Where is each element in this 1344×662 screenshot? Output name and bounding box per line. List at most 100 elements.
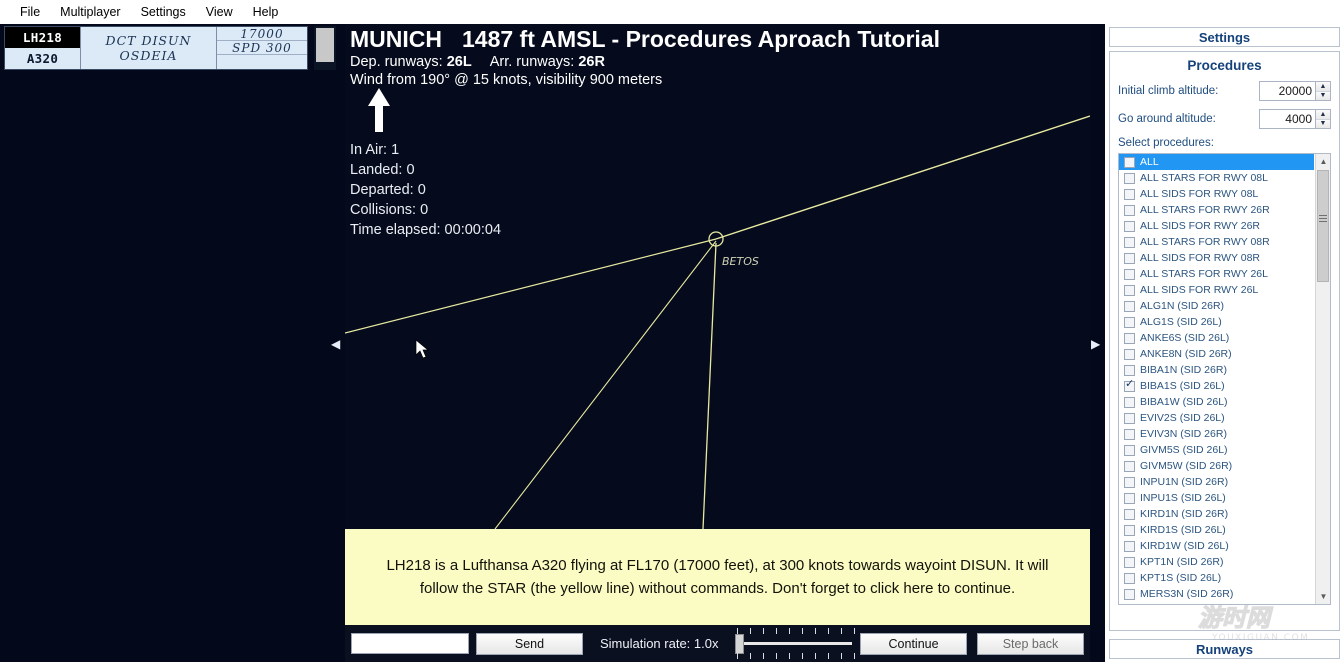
procedure-checkbox[interactable] [1124, 364, 1135, 376]
step-back-button[interactable]: Step back [977, 632, 1084, 655]
menu-item-view[interactable]: View [196, 2, 243, 22]
procedure-item[interactable]: ANKE6S (SID 26L) [1119, 330, 1314, 346]
strip-scrollbar-thumb[interactable] [316, 28, 334, 62]
radar-map[interactable]: MUNICH 1487 ft AMSL - Procedures Aproach … [345, 24, 1090, 529]
strip-identity-column: LH218 A320 [5, 27, 81, 69]
procedure-checkbox[interactable] [1124, 428, 1135, 440]
slider-thumb[interactable] [735, 634, 745, 654]
procedure-item[interactable]: BIBA1N (SID 26R) [1119, 362, 1314, 378]
tutorial-banner[interactable]: LH218 is a Lufthansa A320 flying at FL17… [345, 529, 1090, 625]
procedure-checkbox[interactable] [1124, 396, 1135, 408]
procedures-group: Procedures Initial climb altitude: 20000… [1109, 51, 1340, 631]
procedure-checkbox[interactable] [1124, 476, 1135, 488]
procedure-checkbox[interactable] [1124, 412, 1135, 424]
procedure-checkbox[interactable] [1124, 556, 1135, 568]
send-button[interactable]: Send [476, 632, 583, 655]
weather-info: Wind from 190° @ 15 knots, visibility 90… [350, 72, 663, 88]
procedure-label: ALG1N (SID 26R) [1140, 300, 1225, 312]
initial-climb-decrement-icon[interactable]: ▼ [1316, 91, 1330, 100]
procedure-checkbox[interactable] [1124, 188, 1135, 200]
procedures-list[interactable]: ALL ALL STARS FOR RWY 08L ALL SIDS FOR RWY… [1119, 154, 1314, 604]
slider-track[interactable] [738, 642, 853, 645]
procedure-item[interactable]: ALL SIDS FOR RWY 26R [1119, 218, 1314, 234]
procedure-checkbox[interactable] [1124, 524, 1135, 536]
procedure-item[interactable]: INPU1S (SID 26L) [1119, 490, 1314, 506]
procedure-label: MERS3N (SID 26R) [1140, 588, 1234, 600]
procedure-item[interactable]: BIBA1W (SID 26L) [1119, 394, 1314, 410]
procedure-item[interactable]: ALG1S (SID 26L) [1119, 314, 1314, 330]
procedures-scrollbar[interactable]: ▲ ▼ [1315, 154, 1330, 604]
procedure-checkbox[interactable] [1124, 220, 1135, 232]
procedure-checkbox[interactable] [1124, 444, 1135, 456]
procedure-item[interactable]: ANKE8N (SID 26R) [1119, 346, 1314, 362]
procedure-checkbox[interactable] [1124, 508, 1135, 520]
procedure-checkbox[interactable] [1124, 332, 1135, 344]
go-around-decrement-icon[interactable]: ▼ [1316, 119, 1330, 128]
procedure-item[interactable]: ALL SIDS FOR RWY 26L [1119, 282, 1314, 298]
procedure-checkbox[interactable] [1124, 316, 1135, 328]
select-procedures-label: Select procedures: [1118, 137, 1214, 149]
procedure-item[interactable]: KPT1N (SID 26R) [1119, 554, 1314, 570]
procedure-checkbox[interactable] [1124, 379, 1135, 392]
scroll-down-icon[interactable]: ▼ [1316, 589, 1330, 604]
procedure-checkbox[interactable] [1124, 348, 1135, 360]
procedures-scrollbar-thumb[interactable] [1317, 170, 1329, 282]
flight-strip[interactable]: LH218 A320 DCT DISUN OSDEIA 17000 SPD 30… [4, 26, 308, 70]
continue-button[interactable]: Continue [860, 632, 968, 655]
go-around-altitude-value[interactable]: 4000 [1260, 110, 1315, 128]
procedure-item[interactable]: KIRD1S (SID 26L) [1119, 522, 1314, 538]
menu-item-multiplayer[interactable]: Multiplayer [50, 2, 130, 22]
go-around-altitude-stepper[interactable]: 4000 ▲ ▼ [1259, 109, 1331, 129]
procedure-item[interactable]: EVIV3N (SID 26R) [1119, 426, 1314, 442]
procedure-checkbox[interactable] [1124, 236, 1135, 248]
initial-climb-increment-icon[interactable]: ▲ [1316, 82, 1330, 92]
procedure-checkbox[interactable] [1124, 252, 1135, 264]
procedure-item[interactable]: BIBA1S (SID 26L) [1119, 378, 1314, 394]
tutorial-text: LH218 is a Lufthansa A320 flying at FL17… [386, 557, 1049, 597]
procedure-checkbox[interactable] [1124, 268, 1135, 280]
initial-climb-altitude-stepper[interactable]: 20000 ▲ ▼ [1259, 81, 1331, 101]
procedure-item[interactable]: ALL STARS FOR RWY 08R [1119, 234, 1314, 250]
procedure-checkbox[interactable] [1124, 492, 1135, 504]
procedure-item[interactable]: MERS3N (SID 26R) [1119, 586, 1314, 602]
procedure-item[interactable]: ALL SIDS FOR RWY 08R [1119, 250, 1314, 266]
procedure-item[interactable]: KPT1S (SID 26L) [1119, 570, 1314, 586]
procedure-item[interactable]: INPU1N (SID 26R) [1119, 474, 1314, 490]
procedure-item[interactable]: ALL STARS FOR RWY 26L [1119, 266, 1314, 282]
procedure-checkbox[interactable] [1124, 284, 1135, 296]
procedure-item[interactable]: EVIV2S (SID 26L) [1119, 410, 1314, 426]
settings-sidebar: Settings Procedures Initial climb altitu… [1105, 24, 1344, 662]
procedure-checkbox[interactable] [1124, 172, 1135, 184]
procedure-item[interactable]: ALL [1119, 154, 1314, 170]
procedure-item[interactable]: MERS3S (SID 26L) [1119, 602, 1314, 604]
menu-item-settings[interactable]: Settings [131, 2, 196, 22]
go-around-increment-icon[interactable]: ▲ [1316, 110, 1330, 120]
procedure-item[interactable]: GIVM5W (SID 26R) [1119, 458, 1314, 474]
procedure-item[interactable]: KIRD1W (SID 26L) [1119, 538, 1314, 554]
settings-panel-title[interactable]: Settings [1109, 27, 1340, 47]
collapse-left-icon[interactable]: ◀ [331, 337, 340, 351]
procedure-item[interactable]: KIRD1N (SID 26R) [1119, 506, 1314, 522]
initial-climb-altitude-value[interactable]: 20000 [1260, 82, 1315, 100]
procedure-checkbox[interactable] [1124, 540, 1135, 552]
command-input[interactable] [351, 633, 469, 654]
menu-item-file[interactable]: File [10, 2, 50, 22]
procedure-checkbox[interactable] [1124, 588, 1135, 600]
procedure-checkbox[interactable] [1124, 572, 1135, 584]
scroll-up-icon[interactable]: ▲ [1316, 154, 1330, 169]
procedure-checkbox[interactable] [1124, 460, 1135, 472]
menu-item-help[interactable]: Help [243, 2, 289, 22]
procedure-item[interactable]: ALL STARS FOR RWY 08L [1119, 170, 1314, 186]
simulation-rate-slider[interactable] [735, 627, 856, 660]
procedure-checkbox[interactable] [1124, 204, 1135, 216]
runways-panel-title[interactable]: Runways [1109, 639, 1340, 659]
procedure-item[interactable]: ALL STARS FOR RWY 26R [1119, 202, 1314, 218]
procedure-label: INPU1N (SID 26R) [1140, 476, 1229, 488]
procedure-item[interactable]: ALG1N (SID 26R) [1119, 298, 1314, 314]
procedure-item[interactable]: ALL SIDS FOR RWY 08L [1119, 186, 1314, 202]
expand-right-icon[interactable]: ▶ [1091, 337, 1100, 351]
procedure-item[interactable]: GIVM5S (SID 26L) [1119, 442, 1314, 458]
procedure-label: ALL STARS FOR RWY 08L [1140, 172, 1268, 184]
procedure-checkbox[interactable] [1124, 300, 1135, 312]
procedure-checkbox[interactable] [1124, 156, 1135, 168]
